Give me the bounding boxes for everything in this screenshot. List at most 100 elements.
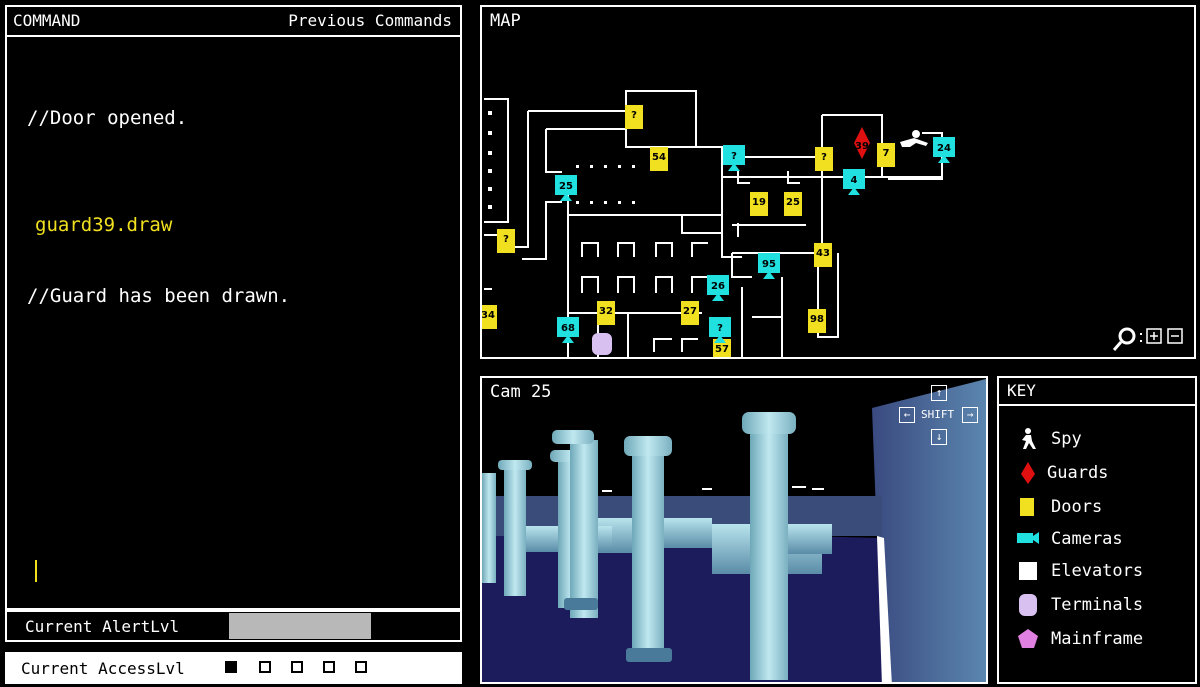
- key-panel: KEY Spy Guards Doors Cameras Elevators T…: [997, 376, 1197, 684]
- terminal-marker: [592, 333, 612, 355]
- mainframe-icon: [1018, 629, 1038, 648]
- door-marker: 19: [750, 192, 768, 216]
- key-item-mainframe: Mainframe: [1017, 626, 1197, 654]
- camera-view-panel[interactable]: Cam 25 ↑ ← SHIFT → ↓: [480, 376, 988, 684]
- door-label: 54: [652, 152, 666, 163]
- key-label: Elevators: [1051, 561, 1144, 581]
- camera-pan-down-button[interactable]: ↓: [931, 429, 947, 445]
- camera-label: 68: [561, 323, 575, 334]
- access-level-box: [323, 661, 335, 673]
- door-marker: 7: [877, 143, 895, 167]
- key-item-terminals: Terminals: [1017, 592, 1197, 620]
- camera-marker: 25: [555, 175, 577, 201]
- camera-label: 95: [762, 259, 776, 270]
- camera-marker: 24: [933, 137, 955, 163]
- key-item-doors: Doors: [1017, 494, 1197, 522]
- door-label: ?: [821, 152, 827, 163]
- elevator-icon: [1019, 562, 1037, 580]
- door-label: 19: [752, 197, 766, 208]
- access-level-bar: Current AccessLvl: [5, 652, 462, 684]
- command-header: COMMAND Previous Commands: [7, 7, 460, 37]
- door-marker: 25: [784, 192, 802, 216]
- door-label: 57: [715, 344, 729, 355]
- camera-feed: [482, 378, 986, 682]
- door-marker: 32: [597, 301, 615, 325]
- camera-label: 24: [937, 143, 951, 154]
- command-input-cursor[interactable]: [35, 560, 37, 582]
- camera-marker: ?: [723, 145, 745, 171]
- key-item-guards: Guards: [1017, 460, 1197, 488]
- door-icon: [1020, 498, 1034, 516]
- door-label: 43: [816, 248, 830, 259]
- camera-pan-up-button[interactable]: ↑: [931, 385, 947, 401]
- camera-label: ?: [731, 151, 737, 162]
- camera-marker: 95: [758, 253, 780, 279]
- key-item-cameras: Cameras: [1017, 526, 1197, 554]
- map-panel[interactable]: ? 54? 7 19 25 43 32 27 57 98 34? 25? 4 24 95 26 68? 39 …: [480, 5, 1196, 359]
- key-label: Doors: [1051, 497, 1103, 517]
- camera-marker: 26: [707, 275, 729, 301]
- access-level-box: [225, 661, 237, 673]
- alert-level-fill: [229, 613, 371, 639]
- door-marker: ?: [625, 105, 643, 129]
- door-label: 25: [786, 197, 800, 208]
- camera-icon: [1017, 532, 1039, 544]
- access-level-box: [259, 661, 271, 673]
- camera-label: ?: [717, 323, 723, 334]
- guard-icon: [1021, 462, 1035, 484]
- door-label: 7: [883, 148, 890, 159]
- map-title: MAP: [490, 11, 521, 31]
- key-label: Terminals: [1051, 595, 1144, 615]
- door-label: ?: [503, 234, 509, 245]
- previous-commands-button[interactable]: Previous Commands: [288, 11, 452, 30]
- door-marker: 54: [650, 147, 668, 171]
- door-marker: ?: [815, 147, 833, 171]
- zoom-out-icon: [1167, 328, 1183, 344]
- camera-label: 26: [711, 281, 725, 292]
- door-marker: 43: [814, 243, 832, 267]
- access-level-box: [291, 661, 303, 673]
- access-level-box: [355, 661, 367, 673]
- camera-pan-left-button[interactable]: ←: [899, 407, 915, 423]
- door-label: ?: [631, 110, 637, 121]
- camera-pan-right-button[interactable]: →: [962, 407, 978, 423]
- guard-marker: 39: [854, 127, 870, 159]
- search-icon: [1112, 327, 1136, 351]
- console-line: guard39.draw: [35, 214, 173, 236]
- map-canvas[interactable]: ? 54? 7 19 25 43 32 27 57 98 34? 25? 4 24 95 26 68? 39: [482, 7, 1196, 359]
- terminal-icon: [1019, 594, 1037, 616]
- guard-label: 39: [855, 141, 869, 152]
- camera-title: Cam 25: [490, 382, 552, 402]
- key-label: Cameras: [1051, 529, 1123, 549]
- key-label: Spy: [1051, 429, 1082, 449]
- door-label: 98: [810, 314, 824, 325]
- console-line: //Door opened.: [27, 107, 188, 129]
- door-marker: ?: [497, 229, 515, 253]
- alert-level-bar: Current AlertLvl: [5, 610, 462, 642]
- camera-marker: 68: [557, 317, 579, 343]
- key-header: KEY: [999, 378, 1195, 406]
- key-item-elevators: Elevators: [1017, 558, 1197, 586]
- console-line: //Guard has been drawn.: [27, 285, 291, 307]
- camera-marker: 4: [843, 169, 865, 195]
- shift-label: SHIFT: [921, 408, 955, 421]
- door-label: 34: [482, 310, 495, 321]
- door-marker: 98: [808, 309, 826, 333]
- camera-label: 25: [559, 181, 573, 192]
- key-item-spy: Spy: [1017, 426, 1197, 454]
- zoom-in-icon: [1146, 328, 1162, 344]
- spy-icon: [1022, 428, 1036, 449]
- door-marker: 27: [681, 301, 699, 325]
- key-label: Mainframe: [1051, 629, 1144, 649]
- map-zoom-controls: [1112, 327, 1183, 351]
- key-title: KEY: [1007, 381, 1036, 400]
- access-level-label: Current AccessLvl: [21, 659, 185, 678]
- camera-label: 4: [851, 175, 858, 186]
- key-label: Guards: [1047, 463, 1109, 483]
- command-title: COMMAND: [13, 11, 81, 30]
- door-label: 27: [683, 306, 697, 317]
- door-marker: 34: [482, 305, 497, 329]
- command-panel: COMMAND Previous Commands //Door opened.…: [5, 5, 462, 610]
- door-label: 32: [599, 306, 613, 317]
- alert-level-label: Current AlertLvl: [25, 617, 180, 636]
